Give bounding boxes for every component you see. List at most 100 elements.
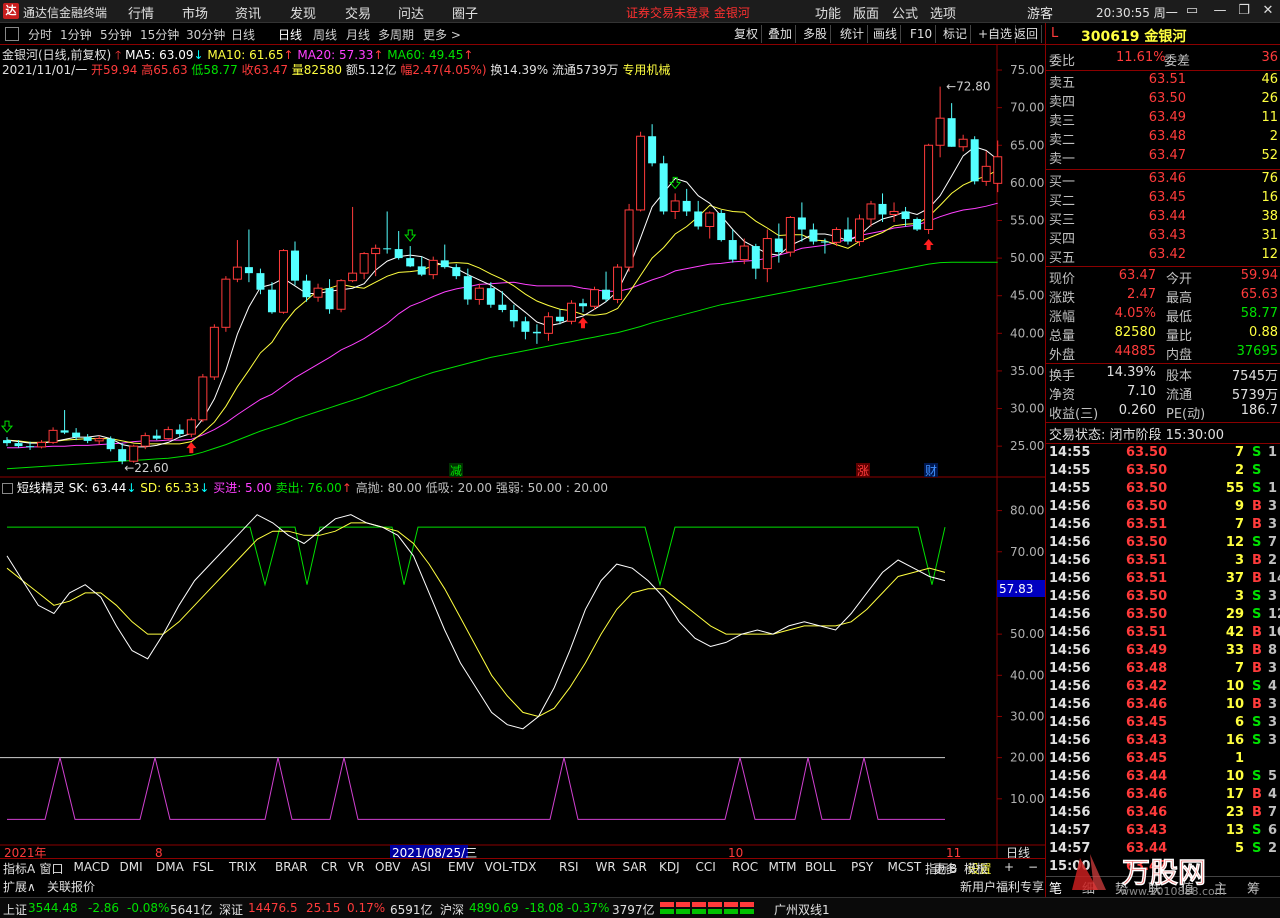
indicator-tab-dmi[interactable]: DMI [120,860,143,874]
indicator-tab-mcst[interactable]: MCST [888,860,922,874]
indicator-tab-sar[interactable]: SAR [623,860,647,874]
btn-diejia[interactable]: 叠加 [765,25,797,43]
indicator-tab-mtm[interactable]: MTM [769,860,797,874]
stat-row: 总量 82580 量比 0.88 [1046,325,1280,344]
indicator-tab-kdj[interactable]: KDJ [659,860,680,874]
stat-value: 44885 [1114,344,1156,359]
sh-label: 上证 [3,903,28,917]
tab-indicator-b[interactable]: 指标B [925,860,957,877]
osc-y-label: 30.00 [1010,709,1044,723]
tick-price: 63.51 [1126,625,1168,640]
buy-level[interactable]: 买四 63.43 31 [1046,228,1280,247]
period-monthly[interactable]: 月线 [346,26,370,43]
period-multi[interactable]: 多周期 [378,26,414,43]
buy-level[interactable]: 买一 63.46 76 [1046,171,1280,190]
menu-wenda[interactable]: 问达 [398,3,424,22]
stat-label-2: 今开 [1166,272,1193,287]
conn-bar-top [676,902,690,907]
indicator-tab-emv[interactable]: EMV [448,860,474,874]
period-weekly[interactable]: 周线 [313,26,337,43]
indicator-tab-rsi[interactable]: RSI [559,860,579,874]
period-fenshi[interactable]: 分时 [28,26,52,43]
tick-volume: 7 [1234,661,1244,676]
period-30min[interactable]: 30分钟 [186,26,225,43]
menu-hangqing[interactable]: 行情 [128,3,154,22]
menu-gongneng[interactable]: 功能 [815,3,841,22]
indicator-tab-cci[interactable]: CCI [696,860,716,874]
menu-zixun[interactable]: 资讯 [235,3,261,22]
menu-shichang[interactable]: 市场 [182,3,208,22]
tick-time: 14:56 [1049,499,1091,514]
buy-level[interactable]: 买三 63.44 38 [1046,209,1280,228]
indicator-tab-trix[interactable]: TRIX [229,860,256,874]
indicator-tab-macd[interactable]: MACD [74,860,110,874]
period-more[interactable]: 更多 > [423,26,461,43]
btn-duogu[interactable]: 多股 [800,25,832,43]
indicator-tab-roc[interactable]: ROC [732,860,758,874]
server-name[interactable]: 广州双线1 [774,901,830,918]
btn-tongji[interactable]: 统计 [837,25,869,43]
indicator-tab-fsl[interactable]: FSL [193,860,214,874]
y-tick-label: 75.00 [1010,63,1044,77]
user-label[interactable]: 游客 [1027,3,1053,22]
close-icon[interactable]: ✕ [1260,3,1276,19]
candle-body [498,304,507,310]
tab-template[interactable]: 模板 [964,860,988,877]
tab-guanlian[interactable]: 关联报价 [47,878,95,895]
indicator-tab-vol-tdx[interactable]: VOL-TDX [485,860,537,874]
indicator-tab-vr[interactable]: VR [348,860,365,874]
indicator-tab-cr[interactable]: CR [321,860,338,874]
sell-level[interactable]: 卖五 63.51 46 [1046,72,1280,91]
tab-kuozhan[interactable]: 扩展∧ [3,878,36,895]
collapse-icon[interactable] [5,27,19,41]
candle-body [705,212,715,228]
indicator-tab-指标a[interactable]: 指标A [3,860,35,877]
menu-faxian[interactable]: 发现 [290,3,316,22]
indicator-tab-wr[interactable]: WR [596,860,616,874]
period-daily[interactable]: 日线 [278,26,302,43]
login-warning[interactable]: 证券交易未登录 金银河 [626,4,750,21]
minimize-icon[interactable]: ▭ [1184,3,1200,19]
buy-level[interactable]: 买五 63.42 12 [1046,247,1280,266]
menu-jiaoyi[interactable]: 交易 [345,3,371,22]
indicator-tab-boll[interactable]: BOLL [805,860,836,874]
indicator-tab-brar[interactable]: BRAR [275,860,308,874]
period-60min[interactable]: 日线 [231,26,255,43]
minimize-button-icon[interactable]: — [1212,3,1228,19]
add-pane-button[interactable]: + [1004,860,1014,874]
indicator-tab-dma[interactable]: DMA [156,860,184,874]
indicator-tab-psy[interactable]: PSY [851,860,873,874]
indicator-tab-窗口[interactable]: 窗口 [40,860,64,877]
buy-level-price: 63.42 [1148,247,1186,262]
osc-toggle-icon[interactable] [2,483,13,494]
candle-body [659,163,668,212]
btn-huaxian[interactable]: 画线 [870,25,902,43]
period-1min[interactable]: 1分钟 [60,26,92,43]
btn-biaoji[interactable]: 标记 [940,25,972,43]
buy-level[interactable]: 买二 63.45 16 [1046,190,1280,209]
menu-xuanxiang[interactable]: 选项 [930,3,956,22]
btn-zixuan[interactable]: +自选 [975,25,1017,43]
sell-level[interactable]: 卖二 63.48 2 [1046,129,1280,148]
tick-volume: 9 [1234,499,1244,514]
sell-level[interactable]: 卖四 63.50 26 [1046,91,1280,110]
indicator-tab-obv[interactable]: OBV [375,860,401,874]
newuser-promo[interactable]: 新用户福利专享 [960,878,1044,895]
kline-chart[interactable]: 75.00 70.00 65.00 60.00 55.00 50.00 45.00 40.00… [0,45,1045,858]
btn-fuquan[interactable]: 复权 [731,25,763,43]
btn-fanhui[interactable]: 返回 [1011,25,1043,43]
tick-row: 14:56 63.42 10 S 4 [1046,679,1280,697]
sell-level[interactable]: 卖一 63.47 52 [1046,148,1280,167]
menu-quanzi[interactable]: 圈子 [452,3,478,22]
btn-f10[interactable]: F10 [907,25,937,43]
menu-banmian[interactable]: 版面 [853,3,879,22]
x-label: 8 [155,846,163,858]
sell-level[interactable]: 卖三 63.49 11 [1046,110,1280,129]
period-15min[interactable]: 15分钟 [140,26,179,43]
menu-gongshi[interactable]: 公式 [892,3,918,22]
indicator-tab-asi[interactable]: ASI [412,860,431,874]
remove-pane-button[interactable]: − [1028,860,1038,874]
tick-count: 12 [1268,607,1280,622]
maximize-icon[interactable]: ❐ [1236,3,1252,19]
period-5min[interactable]: 5分钟 [100,26,132,43]
